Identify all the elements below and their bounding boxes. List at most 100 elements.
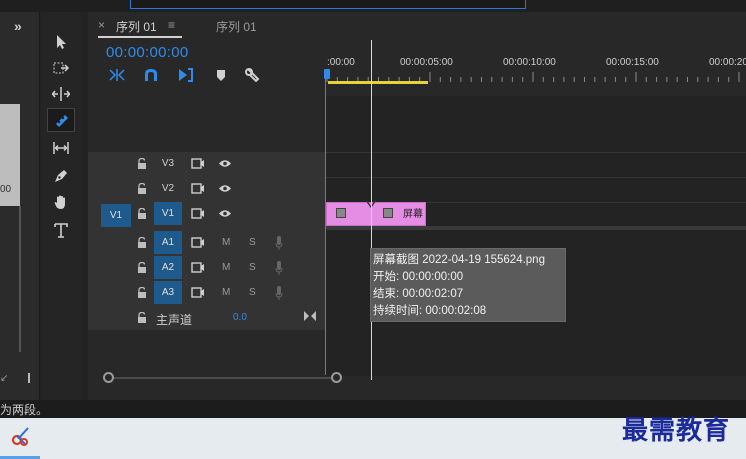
track-row-a3: A3 M S	[88, 281, 325, 305]
microphone-icon[interactable]	[275, 286, 283, 300]
track-row-a1: A1 M S	[88, 231, 325, 255]
status-text: 为两段。	[0, 403, 49, 417]
type-tool-icon	[54, 223, 68, 238]
master-track-label: 主声道	[156, 313, 193, 327]
master-volume-value[interactable]: 0.0	[233, 312, 247, 323]
toggle-sync-lock-icon[interactable]	[191, 262, 205, 273]
slip-tool[interactable]	[47, 136, 75, 160]
timeline-zoom-scrollbar[interactable]	[103, 372, 342, 384]
track-row-v2: V2	[88, 177, 325, 201]
track-target-v2[interactable]: V2	[154, 177, 182, 200]
tab-sequence-active[interactable]: 序列 01	[116, 18, 157, 35]
tooltip-end: 结束: 00:00:02:07	[373, 288, 464, 300]
ruler-label: 00:00:05:00	[400, 57, 453, 68]
mute-button[interactable]: M	[222, 237, 230, 248]
microphone-icon[interactable]	[275, 236, 283, 250]
timeline-tracks-area[interactable]	[325, 96, 746, 376]
toggle-sync-lock-icon[interactable]	[191, 158, 205, 169]
lock-icon[interactable]	[137, 312, 147, 323]
razor-tool[interactable]	[47, 108, 75, 132]
go-to-edit-icon[interactable]	[304, 311, 316, 321]
selection-tool-icon	[57, 35, 66, 49]
active-tab-underline	[98, 36, 182, 38]
track-select-forward-tool[interactable]	[47, 56, 75, 80]
playhead-line[interactable]	[325, 79, 326, 375]
solo-button[interactable]: S	[249, 262, 256, 273]
wrench-settings-icon[interactable]	[244, 68, 262, 82]
top-input-field[interactable]	[130, 0, 526, 9]
fx-badge-icon	[383, 208, 393, 218]
insert-nest-icon[interactable]	[108, 68, 126, 82]
collapse-panels-button[interactable]: »	[14, 18, 22, 34]
lock-icon[interactable]	[137, 208, 147, 219]
microphone-icon[interactable]	[275, 261, 283, 275]
clip-tooltip: 屏幕截图 2022-04-19 155624.png 开始: 00:00:00:…	[370, 248, 566, 322]
eye-icon[interactable]	[218, 209, 232, 218]
selection-tool[interactable]	[47, 30, 75, 54]
slip-tool-icon	[53, 142, 69, 154]
ruler-label: 00:00:15:00	[606, 57, 659, 68]
timeline-tabs: × 序列 01 ≡ 序列 01	[88, 12, 746, 40]
track-target-a1[interactable]: A1	[154, 231, 182, 254]
eye-icon[interactable]	[218, 184, 232, 193]
hand-tool[interactable]	[47, 190, 75, 214]
scrollbar-track[interactable]	[106, 377, 338, 379]
playhead-handle[interactable]	[324, 69, 330, 79]
tooltip-duration: 持续时间: 00:00:02:08	[373, 305, 487, 317]
mute-button[interactable]: M	[222, 262, 230, 273]
toggle-sync-lock-icon[interactable]	[191, 237, 205, 248]
razor-cursor-line	[371, 40, 372, 380]
toggle-sync-lock-icon[interactable]	[191, 287, 205, 298]
tooltip-start: 开始: 00:00:00:00	[373, 271, 464, 283]
eye-icon[interactable]	[218, 159, 232, 168]
lock-icon[interactable]	[137, 262, 147, 273]
left-scroll-bar[interactable]	[28, 373, 30, 383]
scrollbar-right-handle[interactable]	[331, 372, 342, 383]
ruler-label: 00:00:20	[709, 57, 746, 68]
snap-magnet-icon[interactable]	[142, 68, 160, 82]
track-row-v1: V1	[88, 202, 325, 226]
toggle-sync-lock-icon[interactable]	[191, 183, 205, 194]
work-area-bar[interactable]	[328, 81, 428, 84]
lock-icon[interactable]	[137, 183, 147, 194]
track-target-a2[interactable]: A2	[154, 256, 182, 279]
track-row-v3: V3	[88, 152, 325, 176]
track-target-a3[interactable]: A3	[154, 281, 182, 304]
mute-button[interactable]: M	[222, 287, 230, 298]
track-target-v1[interactable]: V1	[154, 202, 182, 225]
solo-button[interactable]: S	[249, 237, 256, 248]
track-divider	[325, 152, 746, 153]
track-target-v3[interactable]: V3	[154, 152, 182, 175]
left-panel-value: 00	[0, 184, 12, 195]
playhead-timecode[interactable]: 00:00:00:00	[106, 44, 189, 61]
add-marker-icon[interactable]	[212, 68, 230, 82]
tooltip-clip-name: 屏幕截图 2022-04-19 155624.png	[373, 254, 545, 266]
ripple-edit-tool[interactable]	[47, 82, 75, 106]
ruler-label: 00:00:10:00	[503, 57, 556, 68]
pen-tool[interactable]	[47, 164, 75, 188]
video-audio-divider[interactable]	[325, 226, 746, 230]
pen-tool-icon	[55, 170, 67, 182]
fx-badge-icon	[336, 208, 346, 218]
lock-icon[interactable]	[137, 237, 147, 248]
snipping-tool-icon[interactable]	[8, 425, 32, 449]
track-select-forward-icon	[53, 62, 70, 74]
tools-panel	[41, 12, 81, 400]
left-panel-edge	[19, 206, 21, 352]
toggle-sync-lock-icon[interactable]	[191, 208, 205, 219]
tab-menu-button[interactable]: ≡	[168, 18, 175, 32]
lock-icon[interactable]	[137, 287, 147, 298]
linked-selection-icon[interactable]	[176, 68, 194, 82]
left-scroll-mark: ↙	[0, 373, 9, 384]
track-row-a2: A2 M S	[88, 256, 325, 280]
scrollbar-left-handle[interactable]	[103, 372, 114, 383]
type-tool[interactable]	[47, 218, 75, 242]
tab-sequence-inactive[interactable]: 序列 01	[216, 18, 257, 35]
time-ruler[interactable]: :00:00 00:00:05:00 00:00:10:00 00:00:15:…	[325, 52, 746, 96]
track-divider	[325, 177, 746, 178]
solo-button[interactable]: S	[249, 287, 256, 298]
lock-icon[interactable]	[137, 158, 147, 169]
tab-close-button[interactable]: ×	[98, 18, 105, 32]
razor-tool-icon	[56, 115, 68, 127]
ruler-label: :00:00	[327, 57, 355, 68]
